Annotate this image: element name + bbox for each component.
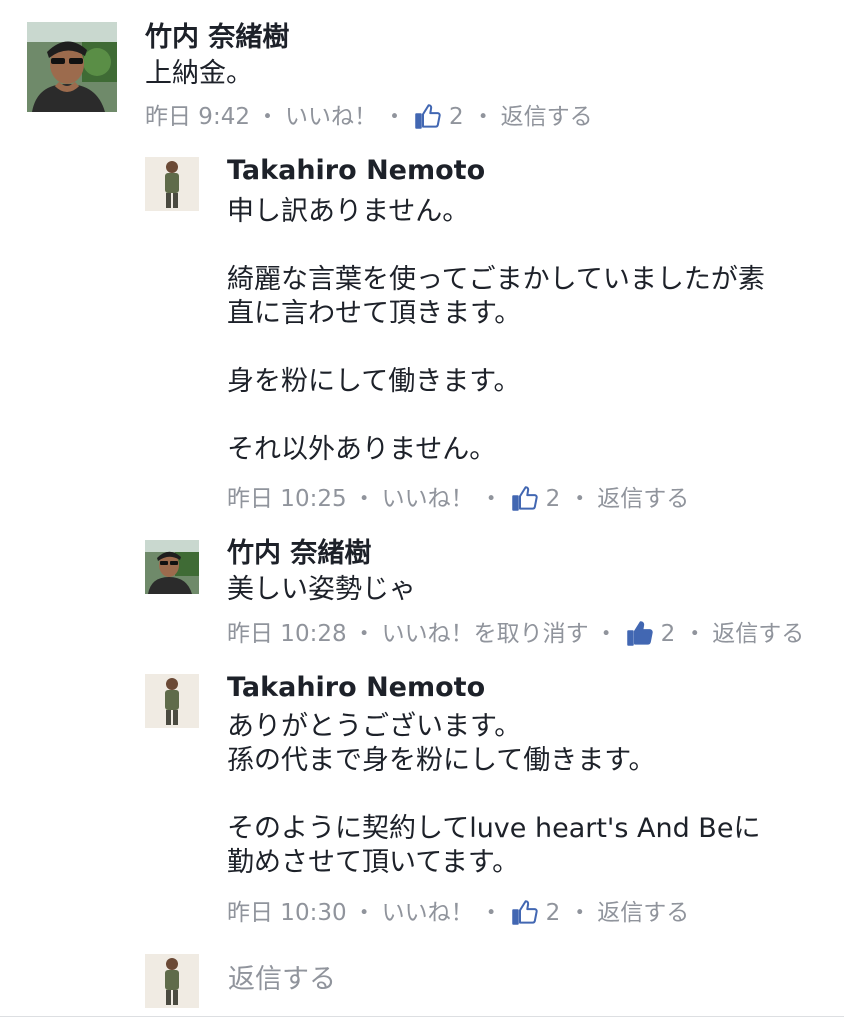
meta-separator: ・ [352, 621, 376, 647]
comment-meta: 昨日 9:42 ・ いいね！ ・ 2 ・ 返信する [145, 102, 593, 132]
comment-author[interactable]: Takahiro Nemoto [227, 672, 485, 704]
like-count[interactable]: 2 [546, 484, 561, 514]
thumbs-up-filled-icon[interactable] [626, 620, 653, 647]
thumbs-up-icon[interactable] [414, 103, 441, 130]
meta-separator: ・ [594, 621, 618, 647]
thumbs-up-icon[interactable] [511, 899, 538, 926]
like-button[interactable]: いいね！ [382, 484, 474, 514]
like-count[interactable]: 2 [661, 619, 676, 649]
meta-separator: ・ [471, 104, 495, 130]
commenter-avatar[interactable] [145, 157, 199, 211]
like-button[interactable]: いいね！ [285, 102, 377, 132]
reply-button[interactable]: 返信する [597, 484, 689, 514]
reply-composer[interactable]: 返信する [0, 950, 844, 1010]
like-button[interactable]: いいね！ [382, 898, 474, 928]
comment-text: ありがとうございます。 孫の代まで身を粉にして働きます。 そのように契約してlu… [227, 711, 761, 878]
meta-separator: ・ [352, 900, 376, 926]
commenter-avatar[interactable] [145, 540, 199, 594]
comment-author[interactable]: 竹内 奈緒樹 [227, 538, 371, 570]
comment-timestamp[interactable]: 昨日 10:30 [227, 898, 347, 928]
commenter-avatar[interactable] [145, 674, 199, 728]
comment-text: 上納金。 [145, 58, 253, 89]
like-count[interactable]: 2 [546, 898, 561, 928]
divider [0, 1016, 844, 1017]
comment-meta: 昨日 10:25 ・ いいね！ ・ 2 ・ 返信する [227, 484, 689, 514]
comment-text: 美しい姿勢じゃ [227, 574, 416, 605]
meta-separator: ・ [479, 900, 503, 926]
comment-timestamp[interactable]: 昨日 10:28 [227, 619, 347, 649]
reply-button[interactable]: 返信する [597, 898, 689, 928]
thumbs-up-icon[interactable] [511, 485, 538, 512]
current-user-avatar [145, 954, 199, 1008]
commenter-avatar[interactable] [27, 22, 117, 112]
reply-input[interactable]: 返信する [228, 963, 336, 997]
meta-separator: ・ [683, 621, 707, 647]
comment-timestamp[interactable]: 昨日 10:25 [227, 484, 347, 514]
comment-meta: 昨日 10:30 ・ いいね！ ・ 2 ・ 返信する [227, 898, 689, 928]
meta-separator: ・ [479, 486, 503, 512]
comment-author[interactable]: Takahiro Nemoto [227, 155, 485, 187]
reply-button[interactable]: 返信する [501, 102, 593, 132]
meta-separator: ・ [255, 104, 279, 130]
comment-timestamp[interactable]: 昨日 9:42 [145, 102, 250, 132]
meta-separator: ・ [382, 104, 406, 130]
comment-meta: 昨日 10:28 ・ いいね！を取り消す ・ 2 ・ 返信する [227, 619, 804, 649]
meta-separator: ・ [568, 900, 592, 926]
like-count[interactable]: 2 [449, 102, 464, 132]
comment-author[interactable]: 竹内 奈緒樹 [145, 22, 289, 54]
reply-button[interactable]: 返信する [712, 619, 804, 649]
meta-separator: ・ [568, 486, 592, 512]
meta-separator: ・ [352, 486, 376, 512]
unlike-button[interactable]: いいね！を取り消す [382, 619, 589, 649]
comment-text: 申し訳ありません。 綺麗な言葉を使ってごまかしていましたが素 直に言わせて頂きま… [227, 196, 765, 465]
